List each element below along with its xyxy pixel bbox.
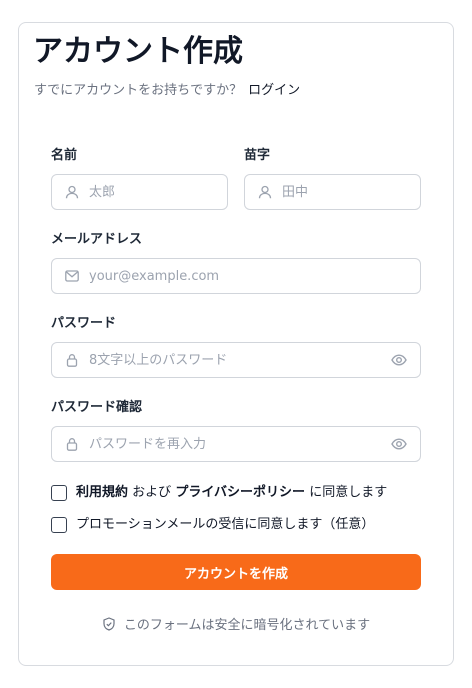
terms-row: 利用規約 および プライバシーポリシー に同意します: [51, 484, 387, 502]
login-link[interactable]: ログイン: [248, 83, 300, 98]
email-label: メールアドレス: [51, 232, 143, 247]
terms-agree-text: に同意します: [309, 485, 388, 500]
security-note-text: このフォームは安全に暗号化されています: [123, 618, 371, 633]
eye-icon[interactable]: [390, 435, 408, 453]
mail-icon: [64, 268, 80, 284]
eye-icon[interactable]: [390, 351, 408, 369]
password-confirm-input[interactable]: [89, 427, 390, 461]
email-field[interactable]: [51, 258, 421, 294]
create-account-button[interactable]: アカウントを作成: [51, 554, 421, 590]
first-name-field[interactable]: [51, 174, 228, 210]
shield-check-icon: [102, 616, 116, 631]
last-name-input[interactable]: [282, 175, 420, 209]
password-field[interactable]: [51, 342, 421, 378]
last-name-field[interactable]: [244, 174, 421, 210]
user-icon: [64, 184, 80, 200]
email-input[interactable]: [89, 259, 420, 293]
password-label: パスワード: [51, 316, 117, 331]
page-title: アカウント作成: [33, 34, 243, 69]
user-icon: [257, 184, 273, 200]
terms-link[interactable]: 利用規約: [76, 485, 128, 500]
promo-label: プロモーションメールの受信に同意します（任意）: [76, 517, 375, 532]
last-name-label: 苗字: [244, 148, 271, 163]
password-confirm-label: パスワード確認: [51, 400, 143, 415]
login-prompt: すでにアカウントをお持ちですか？ ログイン: [34, 82, 300, 100]
password-input[interactable]: [89, 343, 390, 377]
password-confirm-field[interactable]: [51, 426, 421, 462]
lock-icon: [64, 352, 80, 368]
first-name-input[interactable]: [89, 175, 227, 209]
login-prompt-text: すでにアカウントをお持ちですか？: [34, 83, 243, 98]
terms-checkbox[interactable]: [51, 485, 67, 501]
promo-checkbox[interactable]: [51, 517, 67, 533]
lock-icon: [64, 436, 80, 452]
first-name-label: 名前: [51, 148, 78, 163]
terms-text: 利用規約 および プライバシーポリシー に同意します: [76, 484, 387, 502]
security-note: このフォームは安全に暗号化されています: [0, 614, 472, 633]
privacy-link[interactable]: プライバシーポリシー: [175, 485, 305, 500]
promo-row: プロモーションメールの受信に同意します（任意）: [51, 516, 374, 534]
terms-and-text: および: [132, 485, 172, 500]
